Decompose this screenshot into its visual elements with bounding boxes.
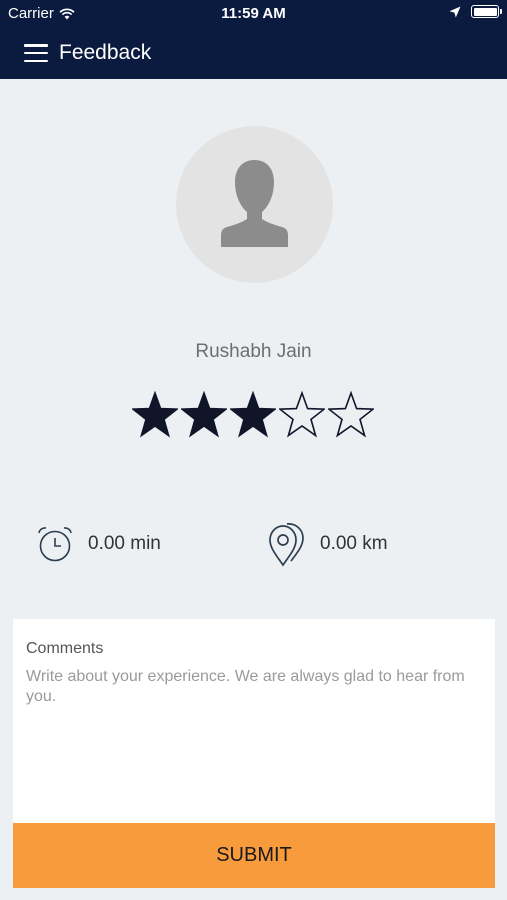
trip-distance-value: 0.00 km xyxy=(320,533,388,554)
star-empty-icon[interactable] xyxy=(328,390,374,440)
top-bar: Carrier 11:59 AM Feedback xyxy=(0,0,507,79)
status-right xyxy=(449,5,502,18)
nav-bar: Feedback xyxy=(0,28,507,79)
star-rating xyxy=(132,390,376,442)
trip-time-stat: 0.00 min xyxy=(36,520,161,568)
star-empty-icon[interactable] xyxy=(279,390,325,440)
battery-level xyxy=(473,7,497,16)
alarm-clock-icon xyxy=(38,527,72,562)
star-filled-icon[interactable] xyxy=(230,390,276,440)
submit-button[interactable]: SUBMIT xyxy=(13,823,495,888)
avatar xyxy=(176,126,333,283)
feedback-screen: Carrier 11:59 AM Feedback Rushabh Jain 0… xyxy=(0,0,507,900)
trip-time-value: 0.00 min xyxy=(88,533,161,554)
comments-label: Comments xyxy=(26,640,104,657)
map-pin-icon xyxy=(269,523,304,567)
status-time: 11:59 AM xyxy=(221,5,286,22)
status-bar: Carrier 11:59 AM xyxy=(0,0,507,28)
star-filled-icon[interactable] xyxy=(181,390,227,440)
battery-icon xyxy=(471,5,502,18)
location-arrow-icon xyxy=(449,6,461,17)
comments-textarea[interactable] xyxy=(26,667,482,807)
page-title: Feedback xyxy=(59,41,152,64)
comments-card: Comments xyxy=(13,619,495,823)
trip-distance-stat: 0.00 km xyxy=(266,520,388,568)
hamburger-menu-icon[interactable] xyxy=(24,44,48,62)
star-filled-icon[interactable] xyxy=(132,390,178,440)
driver-name: Rushabh Jain xyxy=(195,341,312,362)
person-silhouette-icon xyxy=(221,160,288,247)
